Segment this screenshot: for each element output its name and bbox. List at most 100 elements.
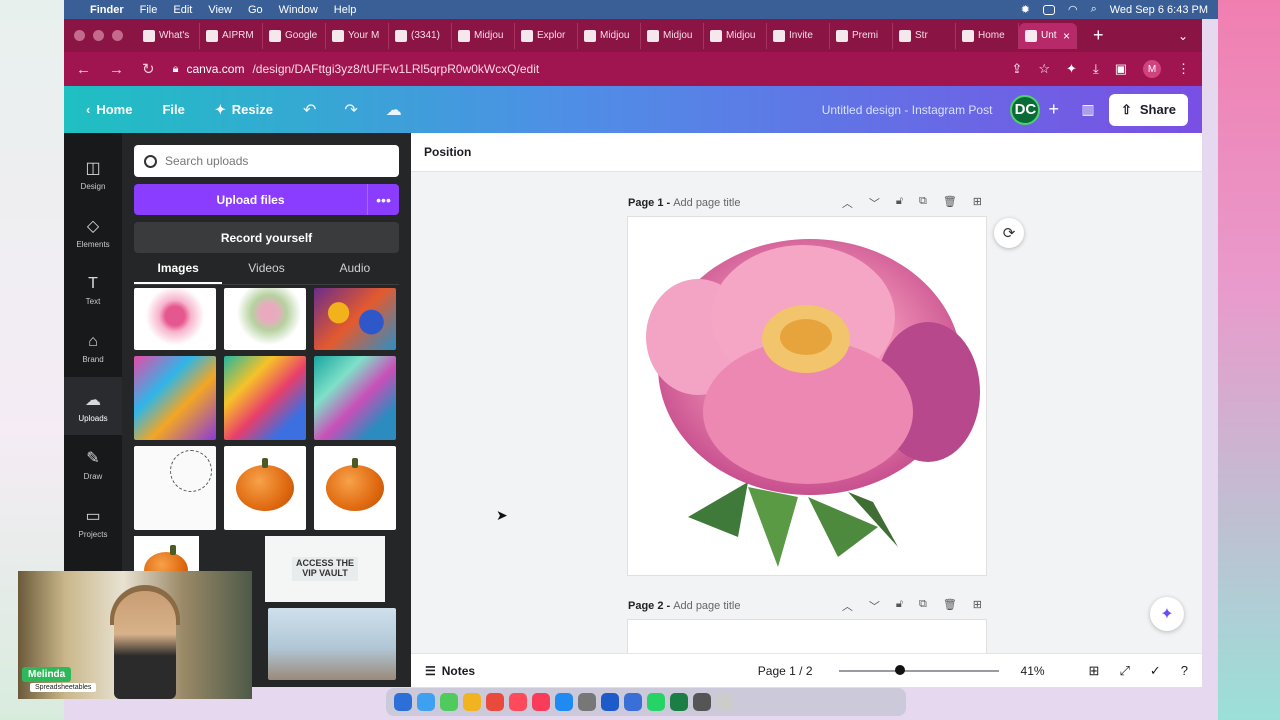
more-menu-icon[interactable]: ⋮ xyxy=(1177,61,1190,77)
upload-thumbnail[interactable] xyxy=(314,288,396,350)
wifi-icon[interactable]: ◠ xyxy=(1068,3,1078,16)
trash-bin-icon[interactable] xyxy=(716,693,734,711)
messages-icon[interactable] xyxy=(440,693,458,711)
chevron-down-icon[interactable]: ⌄ xyxy=(1178,29,1188,43)
browser-tab[interactable]: Str xyxy=(893,22,956,49)
upload-thumbnail[interactable] xyxy=(314,356,396,440)
settings-icon[interactable]: ✹ xyxy=(1021,3,1030,16)
upload-thumbnail[interactable] xyxy=(134,288,216,350)
add-page-title[interactable]: Add page title xyxy=(673,600,740,612)
music-icon[interactable] xyxy=(532,693,550,711)
home-button[interactable]: ‹ Home xyxy=(86,102,132,117)
download-icon[interactable]: ⤓ xyxy=(1093,61,1099,77)
sidebar-icon[interactable]: ▣ xyxy=(1115,61,1127,77)
safari-icon[interactable] xyxy=(417,693,435,711)
app-store-icon[interactable] xyxy=(555,693,573,711)
minimize-window-button[interactable] xyxy=(93,30,104,41)
chevron-down-icon[interactable]: ﹀ xyxy=(869,195,880,211)
lock-icon[interactable]: 🔓︎ xyxy=(896,195,903,211)
browser-tab[interactable]: Midjou xyxy=(704,22,767,49)
record-yourself-button[interactable]: Record yourself xyxy=(134,222,399,253)
new-tab-icon[interactable]: + xyxy=(1093,25,1104,46)
upload-files-button[interactable]: Upload files xyxy=(134,184,367,215)
zoom-slider[interactable] xyxy=(838,664,999,675)
rail-item-brand[interactable]: ⌂ Brand xyxy=(64,319,122,377)
battery-icon[interactable] xyxy=(1042,4,1055,15)
browser-tab-active[interactable]: Unt × xyxy=(1019,22,1077,49)
magic-sparkle-icon[interactable]: ✦ xyxy=(1150,597,1184,631)
browser-tab[interactable]: Your M xyxy=(326,22,389,49)
upload-thumbnail[interactable] xyxy=(134,446,216,530)
tab-videos[interactable]: Videos xyxy=(222,261,310,284)
browser-tab[interactable]: Midjou xyxy=(578,22,641,49)
chrome-icon[interactable] xyxy=(486,693,504,711)
search-icon[interactable]: ⌕ xyxy=(1091,3,1097,16)
avatar[interactable]: DC xyxy=(1010,94,1041,125)
lock-icon[interactable]: 🔓︎ xyxy=(896,598,903,614)
upload-thumbnail[interactable] xyxy=(224,446,306,530)
add-collaborator-icon[interactable]: + xyxy=(1048,99,1059,120)
forward-icon[interactable]: → xyxy=(109,61,124,78)
file-menu-button[interactable]: File xyxy=(162,102,184,117)
photos-icon[interactable] xyxy=(463,693,481,711)
settings-app-icon[interactable] xyxy=(578,693,596,711)
fullscreen-icon[interactable]: ⤢ xyxy=(1119,663,1129,679)
menubar-datetime[interactable]: Wed Sep 6 6:43 PM xyxy=(1110,4,1208,16)
more-options-icon[interactable]: ••• xyxy=(367,184,399,215)
peony-illustration[interactable] xyxy=(628,217,986,575)
zoom-level[interactable]: 41% xyxy=(1021,664,1045,678)
maximize-window-button[interactable] xyxy=(112,30,123,41)
back-icon[interactable]: ← xyxy=(76,61,91,78)
whatsapp-icon[interactable] xyxy=(647,693,665,711)
rail-item-elements[interactable]: ◇ Elements xyxy=(64,203,122,261)
word-icon[interactable] xyxy=(601,693,619,711)
chevron-up-icon[interactable]: ︿ xyxy=(842,195,853,211)
browser-tab[interactable]: (3341) xyxy=(389,22,452,49)
extensions-icon[interactable]: ✦ xyxy=(1066,61,1077,77)
reload-icon[interactable]: ↻ xyxy=(142,60,155,78)
menu-go[interactable]: Go xyxy=(248,4,263,16)
close-window-button[interactable] xyxy=(74,30,85,41)
insights-chart-icon[interactable]: ▥ xyxy=(1075,97,1101,123)
browser-tab[interactable]: Explor xyxy=(515,22,578,49)
upload-thumbnail[interactable] xyxy=(224,356,306,440)
trash-icon[interactable]: 🗑︎ xyxy=(943,195,957,211)
position-button[interactable]: Position xyxy=(424,145,471,159)
menu-view[interactable]: View xyxy=(208,4,232,16)
browser-tab[interactable]: Midjou xyxy=(641,22,704,49)
browser-tab[interactable]: Invite xyxy=(767,22,830,49)
grid-view-icon[interactable]: ⊞ xyxy=(1089,663,1100,679)
tab-images[interactable]: Images xyxy=(134,261,223,284)
tab-audio[interactable]: Audio xyxy=(311,261,399,284)
chevron-down-icon[interactable]: ﹀ xyxy=(869,598,880,614)
rail-item-projects[interactable]: ▭ Projects xyxy=(64,493,122,551)
page-indicator[interactable]: Page 1 / 2 xyxy=(758,664,813,678)
browser-tab[interactable]: Premi xyxy=(830,22,893,49)
duplicate-icon[interactable]: ⧉ xyxy=(919,195,927,211)
calendar-icon[interactable] xyxy=(509,693,527,711)
zoom-slider-handle[interactable] xyxy=(894,664,905,675)
check-icon[interactable]: ✓ xyxy=(1150,663,1161,679)
search-input[interactable]: Search uploads xyxy=(134,145,399,177)
browser-tab[interactable]: What's xyxy=(137,22,200,49)
excel-icon[interactable] xyxy=(670,693,688,711)
preview-icon[interactable] xyxy=(693,693,711,711)
rail-item-draw[interactable]: ✎ Draw xyxy=(64,435,122,493)
upload-thumbnail[interactable] xyxy=(224,288,306,350)
zoom-app-icon[interactable] xyxy=(624,693,642,711)
close-tab-icon[interactable]: × xyxy=(1063,29,1070,43)
menu-edit[interactable]: Edit xyxy=(173,4,192,16)
upload-thumbnail[interactable]: ACCESS THE VIP VAULT xyxy=(265,536,385,602)
add-page-title[interactable]: Add page title xyxy=(673,197,740,209)
upload-thumbnail[interactable] xyxy=(314,446,396,530)
undo-icon[interactable]: ↶ xyxy=(303,100,316,120)
menu-help[interactable]: Help xyxy=(334,4,357,16)
browser-tab[interactable]: AIPRM xyxy=(200,22,263,49)
bookmark-star-icon[interactable]: ☆ xyxy=(1038,61,1050,77)
browser-tab[interactable]: Midjou xyxy=(452,22,515,49)
url-field[interactable]: 🔒︎ canva.com/design/DAFttgi3yz8/tUFFw1LR… xyxy=(173,57,994,81)
refresh-icon[interactable]: ⟳ xyxy=(994,218,1024,248)
profile-avatar[interactable]: M xyxy=(1143,60,1161,78)
resize-button[interactable]: ✦ Resize xyxy=(215,102,273,118)
add-page-icon[interactable]: ⊞ xyxy=(973,195,982,211)
